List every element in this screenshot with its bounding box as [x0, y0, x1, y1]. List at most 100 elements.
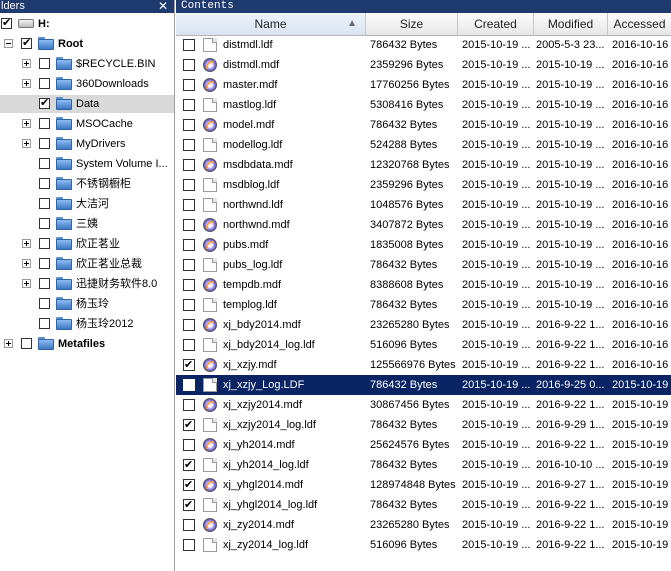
file-row[interactable]: templog.ldf 786432 Bytes 2015-10-19 ... 201…: [176, 295, 671, 315]
file-row[interactable]: xj_xzjy.mdf 125566976 Bytes 2015-10-19 ...…: [176, 355, 671, 375]
file-checkbox[interactable]: [183, 439, 195, 451]
file-checkbox[interactable]: [183, 59, 195, 71]
file-row[interactable]: pubs_log.ldf 786432 Bytes 2015-10-19 ... 20…: [176, 255, 671, 275]
tree-item-checkbox[interactable]: [21, 338, 32, 349]
file-row[interactable]: mastlog.ldf 5308416 Bytes 2015-10-19 ... 20…: [176, 95, 671, 115]
file-row[interactable]: xj_yhgl2014_log.ldf 786432 Bytes 2015-10-1…: [176, 495, 671, 515]
file-checkbox[interactable]: [183, 139, 195, 151]
tree-item[interactable]: 迅捷财务软件8.0: [0, 275, 174, 293]
file-checkbox[interactable]: [183, 519, 195, 531]
column-header-accessed[interactable]: Accessed: [608, 13, 671, 35]
file-checkbox[interactable]: [183, 319, 195, 331]
file-row[interactable]: pubs.mdf 1835008 Bytes 2015-10-19 ... 2015-…: [176, 235, 671, 255]
file-row[interactable]: xj_xzjy2014.mdf 30867456 Bytes 2015-10-19 …: [176, 395, 671, 415]
tree-item[interactable]: MyDrivers: [0, 135, 174, 153]
tree-item[interactable]: MSOCache: [0, 115, 174, 133]
file-checkbox[interactable]: [183, 259, 195, 271]
expand-icon[interactable]: [22, 279, 31, 288]
tree-item-checkbox[interactable]: [39, 278, 50, 289]
tree-item[interactable]: $RECYCLE.BIN: [0, 55, 174, 73]
column-header-modified[interactable]: Modified: [534, 13, 608, 35]
expand-icon[interactable]: [22, 59, 31, 68]
tree-item-checkbox[interactable]: [39, 198, 50, 209]
file-row[interactable]: xj_bdy2014_log.ldf 516096 Bytes 2015-10-19…: [176, 335, 671, 355]
file-row[interactable]: xj_yh2014.mdf 25624576 Bytes 2015-10-19 ..…: [176, 435, 671, 455]
expand-icon[interactable]: [22, 259, 31, 268]
file-checkbox[interactable]: [183, 299, 195, 311]
file-row[interactable]: msdbdata.mdf 12320768 Bytes 2015-10-19 ...…: [176, 155, 671, 175]
file-row[interactable]: xj_zy2014.mdf 23265280 Bytes 2015-10-19 ..…: [176, 515, 671, 535]
tree-item[interactable]: 三姨: [0, 215, 174, 233]
file-checkbox[interactable]: [183, 279, 195, 291]
tree-item[interactable]: 不锈钢橱柜: [0, 175, 174, 193]
tree-item[interactable]: 360Downloads: [0, 75, 174, 93]
file-row[interactable]: xj_yh2014_log.ldf 786432 Bytes 2015-10-19 …: [176, 455, 671, 475]
file-row[interactable]: modellog.ldf 524288 Bytes 2015-10-19 ... 20…: [176, 135, 671, 155]
tree-item-checkbox[interactable]: [39, 178, 50, 189]
file-checkbox[interactable]: [183, 478, 195, 492]
tree-item[interactable]: System Volume I...: [0, 155, 174, 173]
file-row[interactable]: tempdb.mdf 8388608 Bytes 2015-10-19 ... 201…: [176, 275, 671, 295]
file-row[interactable]: northwnd.mdf 3407872 Bytes 2015-10-19 ... 2…: [176, 215, 671, 235]
tree-item-checkbox[interactable]: [39, 95, 50, 111]
file-checkbox[interactable]: [183, 379, 195, 391]
tree-item[interactable]: 欣正茗业: [0, 235, 174, 253]
tree-item[interactable]: Root: [0, 35, 174, 53]
tree-item[interactable]: H:: [0, 15, 174, 33]
collapse-icon[interactable]: [4, 39, 13, 48]
tree-item-checkbox[interactable]: [21, 35, 32, 51]
tree-item-checkbox[interactable]: [39, 218, 50, 229]
file-row[interactable]: distmdl.mdf 2359296 Bytes 2015-10-19 ... 20…: [176, 55, 671, 75]
file-checkbox[interactable]: [183, 358, 195, 372]
file-checkbox[interactable]: [183, 339, 195, 351]
file-row[interactable]: xj_zy2014_log.ldf 516096 Bytes 2015-10-19 …: [176, 535, 671, 555]
tree-item[interactable]: 欣正茗业总裁: [0, 255, 174, 273]
tree-item-checkbox[interactable]: [39, 158, 50, 169]
file-checkbox[interactable]: [183, 239, 195, 251]
tree-item[interactable]: 大洁河: [0, 195, 174, 213]
file-row[interactable]: xj_xzjy2014_log.ldf 786432 Bytes 2015-10-1…: [176, 415, 671, 435]
file-row[interactable]: xj_bdy2014.mdf 23265280 Bytes 2015-10-19 .…: [176, 315, 671, 335]
file-checkbox[interactable]: [183, 458, 195, 472]
file-checkbox[interactable]: [183, 119, 195, 131]
file-checkbox[interactable]: [183, 219, 195, 231]
tree-item-checkbox[interactable]: [39, 238, 50, 249]
file-checkbox[interactable]: [183, 99, 195, 111]
expand-icon[interactable]: [22, 79, 31, 88]
tree-item[interactable]: 杨玉玲: [0, 295, 174, 313]
tree-item-checkbox[interactable]: [1, 15, 12, 31]
tree-item[interactable]: Data: [0, 95, 174, 113]
file-row[interactable]: msdblog.ldf 2359296 Bytes 2015-10-19 ... 20…: [176, 175, 671, 195]
close-icon[interactable]: ✕: [158, 0, 168, 12]
tree-item-checkbox[interactable]: [39, 118, 50, 129]
file-checkbox[interactable]: [183, 199, 195, 211]
column-header-size[interactable]: Size: [366, 13, 458, 35]
tree-item-checkbox[interactable]: [39, 318, 50, 329]
tree-item-checkbox[interactable]: [39, 138, 50, 149]
column-header-name[interactable]: Name ▲: [176, 13, 366, 35]
file-row[interactable]: northwnd.ldf 1048576 Bytes 2015-10-19 ... 2…: [176, 195, 671, 215]
file-row[interactable]: distmdl.ldf 786432 Bytes 2015-10-19 ... 200…: [176, 35, 671, 55]
file-row[interactable]: xj_xzjy_Log.LDF 786432 Bytes 2015-10-19 ..…: [176, 375, 671, 395]
file-checkbox[interactable]: [183, 418, 195, 432]
file-row[interactable]: xj_yhgl2014.mdf 128974848 Bytes 2015-10-19…: [176, 475, 671, 495]
file-checkbox[interactable]: [183, 539, 195, 551]
tree-item[interactable]: Metafiles: [0, 335, 174, 353]
column-header-created[interactable]: Created: [458, 13, 534, 35]
tree-item-checkbox[interactable]: [39, 298, 50, 309]
expand-icon[interactable]: [22, 139, 31, 148]
file-row[interactable]: master.mdf 17760256 Bytes 2015-10-19 ... 20…: [176, 75, 671, 95]
tree-item-checkbox[interactable]: [39, 58, 50, 69]
tree-item-checkbox[interactable]: [39, 258, 50, 269]
file-checkbox[interactable]: [183, 179, 195, 191]
expand-icon[interactable]: [22, 239, 31, 248]
file-checkbox[interactable]: [183, 79, 195, 91]
file-checkbox[interactable]: [183, 159, 195, 171]
tree-item[interactable]: 杨玉玲2012: [0, 315, 174, 333]
tree-item-checkbox[interactable]: [39, 78, 50, 89]
file-row[interactable]: model.mdf 786432 Bytes 2015-10-19 ... 2015-…: [176, 115, 671, 135]
file-checkbox[interactable]: [183, 498, 195, 512]
file-checkbox[interactable]: [183, 399, 195, 411]
file-checkbox[interactable]: [183, 39, 195, 51]
expand-icon[interactable]: [4, 339, 13, 348]
